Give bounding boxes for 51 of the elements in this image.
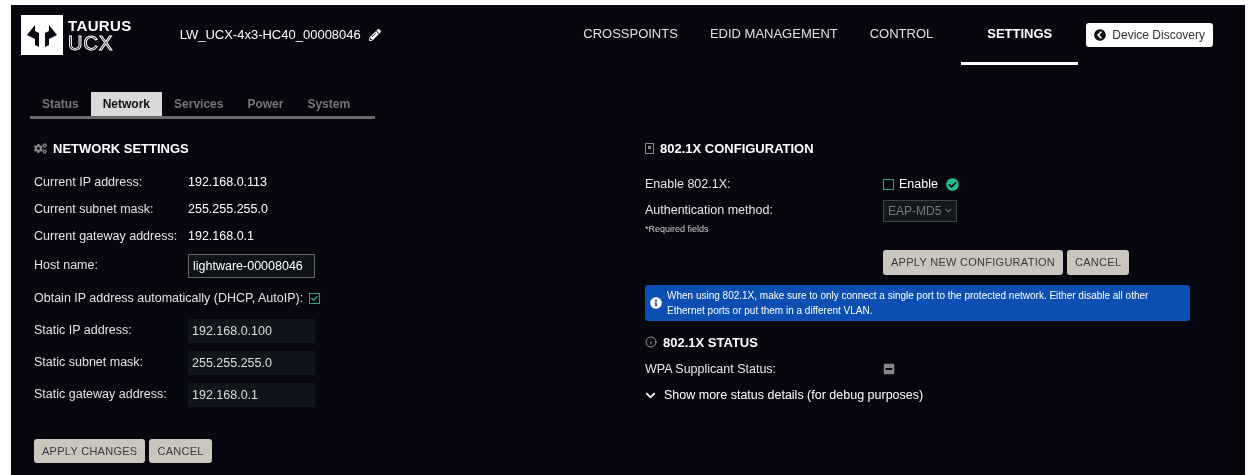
logo-title: TAURUS [68, 17, 132, 33]
cancel-button[interactable]: CANCEL [1067, 250, 1130, 275]
status-icon [883, 363, 895, 375]
input-field[interactable]: lightware-00008046 [188, 253, 315, 278]
nav-tab[interactable]: EDID MANAGEMENT [693, 5, 854, 65]
field-label: Static subnet mask: [34, 354, 145, 372]
edit-icon[interactable] [368, 29, 381, 41]
apply-button[interactable]: APPLY CHANGES [34, 438, 146, 463]
field-label: Enable 802.1X: [645, 176, 732, 194]
checkbox-label: Enable [899, 176, 938, 194]
show-more-toggle[interactable]: Show more status details (for debug purposes) [645, 386, 924, 405]
section-title: 802.1X STATUS [663, 333, 758, 352]
cancel-button[interactable]: CANCEL [149, 438, 212, 463]
field-label: WPA Supplicant Status: [645, 360, 778, 378]
required-note: *Required fields [645, 222, 710, 236]
checkbox[interactable] [309, 292, 321, 304]
apply-configuration-button[interactable]: APPLY NEW CONFIGURATION [883, 250, 1063, 275]
field-label: Static gateway address: [34, 386, 168, 404]
device-discovery-button[interactable]: Device Discovery [1086, 23, 1213, 47]
field-label: Current subnet mask: [34, 200, 155, 218]
field-label: Obtain IP address automatically (DHCP, AutoIP): [34, 289, 304, 307]
section-title: NETWORK SETTINGS [53, 140, 189, 158]
field-value: 192.168.0.113 [188, 173, 267, 191]
nav-tab[interactable]: SETTINGS [961, 5, 1079, 65]
field-label: Host name: [34, 257, 99, 275]
section-title: 802.1X CONFIGURATION [660, 140, 814, 158]
field-label: Static IP address: [34, 322, 133, 340]
nav-tab[interactable]: CROSSPOINTS [567, 5, 694, 65]
info-text: When using 802.1X, make sure to only connect a single port to the protected network. Either disable all other Ethernet ports or put them in a different VLAN. [667, 288, 1150, 318]
caret-icon [945, 207, 953, 214]
back-icon [1094, 29, 1107, 41]
device-name[interactable]: LW_UCX-4x3-HC40_00008046 [179, 25, 361, 45]
checkbox[interactable] [883, 179, 894, 190]
sub-tab[interactable]: Network [90, 92, 163, 116]
bull-logo-icon [21, 15, 63, 55]
sub-tab[interactable]: Services [162, 92, 236, 116]
field-value: 192.168.0.1 [188, 227, 255, 245]
field-value: 255.255.255.0 [188, 200, 268, 218]
field-label: Current gateway address: [34, 227, 179, 245]
nav-tab[interactable]: CONTROL [853, 5, 950, 65]
auth-method-dropdown[interactable]: EAP-MD5 [883, 199, 958, 222]
sub-tab[interactable]: System [295, 92, 363, 116]
badge-icon [645, 143, 654, 155]
field-label: Authentication method: [645, 202, 774, 220]
info-icon [645, 336, 657, 349]
sub-tab[interactable]: Status [30, 92, 91, 116]
field-label: Current IP address: [34, 173, 144, 191]
info-icon [650, 296, 662, 309]
logo-subtitle: UCX [68, 32, 115, 53]
sub-tab[interactable]: Power [235, 92, 296, 116]
gears-icon [34, 142, 47, 156]
